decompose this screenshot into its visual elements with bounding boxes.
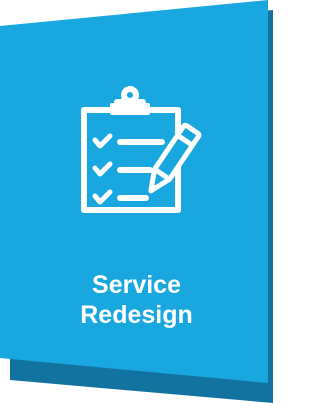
service-redesign-tile[interactable]: Service Redesign (0, 0, 273, 403)
tile-graphic (0, 0, 273, 403)
tile-title: Service Redesign (0, 270, 273, 330)
title-line-2: Redesign (80, 301, 193, 329)
title-line-1: Service (92, 271, 181, 299)
